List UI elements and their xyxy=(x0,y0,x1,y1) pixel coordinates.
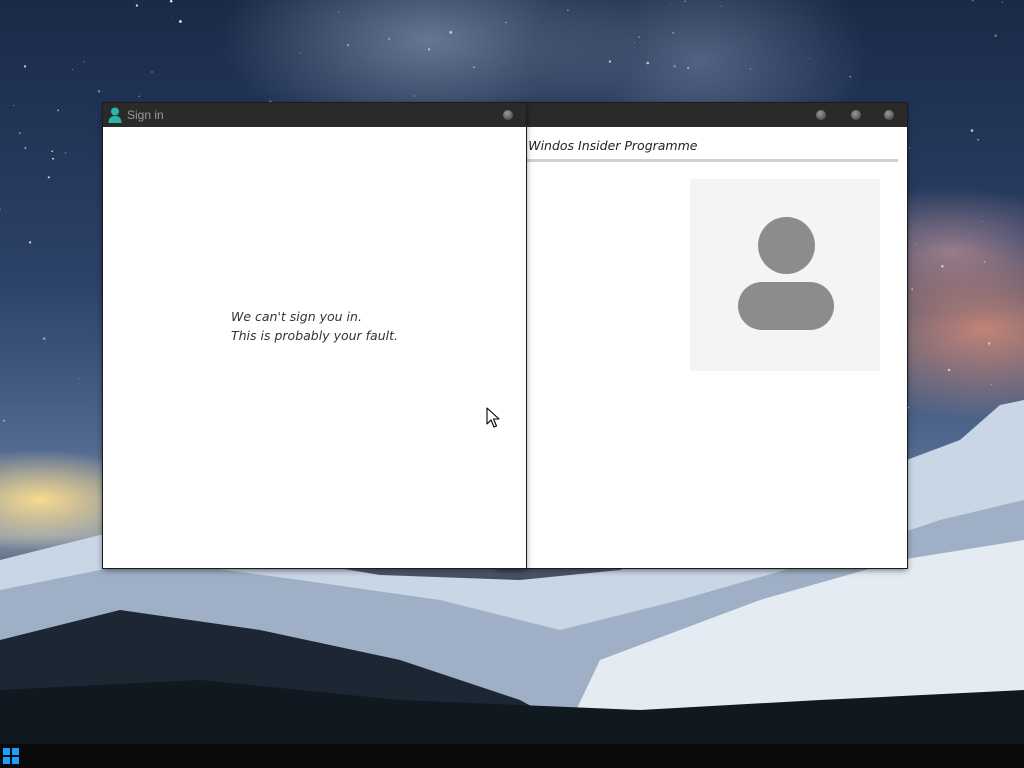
wallpaper-star xyxy=(0,208,1,211)
wallpaper-star xyxy=(299,52,301,54)
windows-logo-icon[interactable] xyxy=(3,748,19,764)
wallpaper-star xyxy=(2,419,5,422)
error-message: We can't sign you in. This is probably y… xyxy=(231,307,398,345)
mouse-cursor-icon xyxy=(486,407,500,428)
wallpaper-star xyxy=(18,132,21,135)
wallpaper-star xyxy=(57,109,59,112)
close-button[interactable] xyxy=(884,110,894,120)
wallpaper-star xyxy=(608,60,611,63)
minimize-button[interactable] xyxy=(816,110,826,120)
wallpaper-star xyxy=(977,138,979,141)
wallpaper-star xyxy=(947,368,951,372)
nav-underline xyxy=(498,159,898,162)
avatar-head xyxy=(758,217,815,274)
wallpaper-star xyxy=(97,90,101,93)
wallpaper-star xyxy=(28,241,32,244)
wallpaper-star xyxy=(135,4,139,7)
wallpaper-star xyxy=(972,0,974,2)
avatar-placeholder-icon xyxy=(690,179,880,371)
wallpaper-star xyxy=(908,147,911,149)
wallpaper-star xyxy=(987,342,991,345)
wallpaper-star xyxy=(749,68,751,70)
wallpaper-star xyxy=(915,243,917,245)
wallpaper-star xyxy=(64,152,67,154)
wallpaper-star xyxy=(1002,1,1003,3)
wallpaper-star xyxy=(23,65,27,68)
wallpaper-star xyxy=(13,104,15,107)
error-message-line-2: This is probably your fault. xyxy=(231,328,398,343)
wallpaper-star xyxy=(808,58,811,60)
wallpaper-star xyxy=(428,48,431,51)
wallpaper-star xyxy=(388,37,391,40)
settings-content: ery Windos Insider Programme t xyxy=(498,127,905,566)
wallpaper-star xyxy=(52,157,54,160)
wallpaper-star xyxy=(24,147,27,149)
wallpaper-star xyxy=(970,129,974,132)
wallpaper-star xyxy=(169,0,173,3)
wallpaper-star xyxy=(634,42,635,44)
wallpaper-star xyxy=(687,66,690,69)
taskbar xyxy=(0,744,1024,768)
wallpaper-star xyxy=(983,261,986,263)
wallpaper-star xyxy=(179,20,182,23)
wallpaper-star xyxy=(47,176,50,179)
wallpaper-star xyxy=(849,75,851,78)
wallpaper-star xyxy=(672,32,675,34)
wallpaper-star xyxy=(338,11,339,13)
wallpaper-star xyxy=(638,36,640,38)
wallpaper-star xyxy=(51,150,53,153)
wallpaper-star xyxy=(911,288,913,290)
wallpaper-star xyxy=(720,5,722,7)
signin-window: Sign in We can't sign you in. This is pr… xyxy=(103,103,526,568)
wallpaper-star xyxy=(982,220,983,222)
window-title: Sign in xyxy=(127,108,164,122)
wallpaper-star xyxy=(646,61,650,65)
wallpaper-star xyxy=(151,71,153,73)
wallpaper-star xyxy=(413,95,416,97)
wallpaper-star xyxy=(449,31,453,34)
wallpaper-star xyxy=(994,34,998,37)
wallpaper-star xyxy=(71,68,73,70)
signin-content: We can't sign you in. This is probably y… xyxy=(105,127,524,566)
wallpaper-star xyxy=(347,44,350,47)
settings-titlebar[interactable] xyxy=(496,103,907,127)
wallpaper-star xyxy=(990,383,993,385)
wallpaper-star xyxy=(472,66,475,69)
wallpaper-star xyxy=(941,265,944,268)
wallpaper-star xyxy=(138,95,141,98)
wallpaper-star xyxy=(907,406,909,409)
wallpaper-star xyxy=(83,61,85,63)
maximize-button[interactable] xyxy=(851,110,861,120)
settings-nav: ery Windos Insider Programme xyxy=(498,138,703,153)
wallpaper-star xyxy=(78,378,80,380)
wallpaper-star xyxy=(505,21,507,24)
user-icon xyxy=(108,107,122,123)
nav-item-windos-insider-programme[interactable]: Windos Insider Programme xyxy=(528,138,697,153)
signin-titlebar[interactable]: Sign in xyxy=(103,103,526,127)
wallpaper-star xyxy=(172,15,174,17)
wallpaper-star xyxy=(669,2,671,4)
wallpaper-star xyxy=(673,65,676,68)
avatar-body xyxy=(738,282,834,330)
wallpaper-star xyxy=(42,337,46,340)
close-button[interactable] xyxy=(503,110,513,120)
error-message-line-1: We can't sign you in. xyxy=(231,309,362,324)
wallpaper-star xyxy=(567,9,569,12)
settings-window: ery Windos Insider Programme t xyxy=(496,103,907,568)
wallpaper-star xyxy=(684,0,686,2)
